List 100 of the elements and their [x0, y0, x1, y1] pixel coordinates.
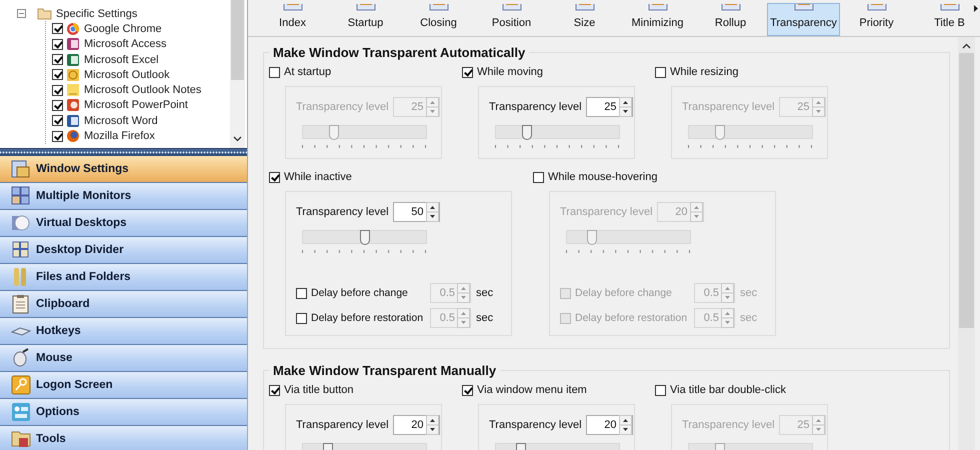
- slider-thumb[interactable]: [360, 230, 370, 245]
- unit-label: sec: [476, 287, 494, 299]
- checkbox-label: Delay before change: [311, 287, 408, 299]
- checkbox[interactable]: [52, 100, 63, 111]
- tree-item[interactable]: Specific Settings: [55, 8, 138, 20]
- scroll-up-icon: [962, 43, 971, 49]
- checkbox[interactable]: [296, 288, 307, 298]
- nav-item[interactable]: Window Settings: [0, 156, 247, 183]
- nav-icon: [11, 429, 31, 449]
- checkbox-label: While resizing: [670, 66, 738, 78]
- nav-icon: [11, 294, 31, 314]
- checkbox[interactable]: [655, 66, 666, 78]
- tree-item[interactable]: Microsoft Excel: [83, 54, 160, 66]
- field-label: Transparency level: [296, 419, 389, 431]
- nav-icon: [11, 186, 31, 206]
- checkbox[interactable]: [533, 172, 544, 182]
- nav-icon: [11, 375, 31, 395]
- checkbox-label: Via title bar double-click: [670, 384, 786, 396]
- field-label: Transparency level: [489, 419, 582, 431]
- tab[interactable]: Minimizing: [621, 3, 694, 36]
- slider[interactable]: [688, 125, 813, 139]
- app-icon: [66, 52, 80, 67]
- scrollbar[interactable]: [230, 0, 245, 148]
- nav-item[interactable]: Desktop Divider: [0, 237, 247, 264]
- number-field[interactable]: 20: [392, 415, 440, 435]
- tree-item[interactable]: Microsoft Access: [83, 38, 168, 50]
- checkbox-label: Delay before restoration: [311, 312, 424, 324]
- spinner-arrows-icon: [618, 97, 632, 117]
- tab[interactable]: Index: [256, 3, 329, 36]
- spinner-arrows-icon: [426, 97, 439, 117]
- checkbox[interactable]: [269, 384, 280, 396]
- checkbox[interactable]: [52, 84, 63, 96]
- checkbox-label: While moving: [477, 66, 544, 78]
- slider[interactable]: [302, 230, 427, 244]
- nav-item[interactable]: Clipboard: [0, 291, 247, 318]
- slider-thumb[interactable]: [714, 125, 725, 140]
- scroll-thumb[interactable]: [959, 53, 974, 328]
- spinner-arrows-icon: [426, 415, 439, 435]
- checkbox[interactable]: [269, 66, 280, 78]
- tab[interactable]: Transparency: [767, 3, 840, 36]
- number-field[interactable]: 20: [586, 415, 633, 435]
- tab[interactable]: Rollup: [694, 3, 767, 36]
- checkbox[interactable]: [560, 288, 571, 298]
- nav-item[interactable]: Multiple Monitors: [0, 183, 247, 210]
- nav-icon: [11, 402, 31, 422]
- number-field[interactable]: 25: [586, 97, 633, 117]
- tree-item[interactable]: Microsoft Outlook Notes: [83, 84, 202, 96]
- checkbox[interactable]: [52, 69, 63, 80]
- tree-item[interactable]: Microsoft Outlook: [83, 68, 171, 81]
- slider-thumb[interactable]: [586, 230, 597, 245]
- nav-item[interactable]: Virtual Desktops: [0, 210, 247, 237]
- app-icon: [66, 22, 80, 36]
- nav-item[interactable]: Hotkeys: [0, 318, 247, 345]
- collapse-icon[interactable]: [17, 9, 26, 18]
- checkbox[interactable]: [52, 130, 63, 142]
- checkbox[interactable]: [269, 172, 280, 182]
- splitter-handle[interactable]: [0, 148, 247, 156]
- tree-item[interactable]: Mozilla Firefox: [83, 130, 156, 142]
- checkbox-label: Delay before change: [575, 287, 672, 299]
- slider[interactable]: [302, 125, 427, 139]
- checkbox[interactable]: [52, 54, 63, 66]
- checkbox-label: Via window menu item: [477, 384, 587, 396]
- tree-item[interactable]: Microsoft Word: [83, 114, 159, 127]
- nav-item[interactable]: Options: [0, 399, 247, 426]
- nav-item[interactable]: Tools: [0, 426, 247, 450]
- nav-item[interactable]: Logon Screen: [0, 372, 247, 399]
- scroll-thumb[interactable]: [231, 0, 244, 80]
- field-label: Transparency level: [296, 206, 389, 218]
- spinner-arrows-icon: [721, 283, 734, 303]
- checkbox-label: At startup: [284, 66, 332, 78]
- tree-item[interactable]: Microsoft PowerPoint: [83, 99, 189, 112]
- field-label: Transparency level: [682, 101, 775, 113]
- slider-thumb[interactable]: [522, 125, 532, 140]
- checkbox[interactable]: [655, 384, 666, 396]
- checkbox[interactable]: [560, 312, 571, 324]
- checkbox[interactable]: [296, 312, 307, 324]
- tab[interactable]: Title B: [913, 3, 980, 36]
- tab[interactable]: Size: [548, 3, 621, 36]
- checkbox[interactable]: [52, 115, 63, 126]
- tab[interactable]: Closing: [402, 3, 475, 36]
- tree-item[interactable]: Google Chrome: [83, 22, 163, 35]
- scrollbar[interactable]: [958, 37, 975, 450]
- slider-thumb[interactable]: [328, 125, 339, 140]
- checkbox[interactable]: [52, 23, 63, 34]
- tab[interactable]: Priority: [840, 3, 913, 36]
- slider[interactable]: [566, 230, 691, 244]
- checkbox-label: While inactive: [284, 171, 352, 183]
- nav-icon: [11, 240, 31, 260]
- tab[interactable]: Position: [475, 3, 548, 36]
- checkbox[interactable]: [462, 66, 473, 78]
- nav-icon: [11, 159, 31, 179]
- number-field[interactable]: 50: [392, 202, 440, 222]
- nav-item[interactable]: Mouse: [0, 345, 247, 372]
- checkbox[interactable]: [462, 384, 473, 396]
- tab[interactable]: Startup: [329, 3, 402, 36]
- nav-icon: [11, 213, 31, 233]
- slider[interactable]: [495, 125, 620, 139]
- checkbox[interactable]: [52, 38, 63, 50]
- nav-item[interactable]: Files and Folders: [0, 264, 247, 291]
- section-title: Make Window Transparent Manually: [272, 363, 498, 378]
